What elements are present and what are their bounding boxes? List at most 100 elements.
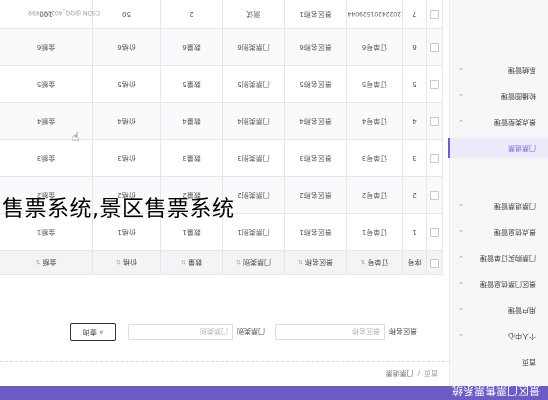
search-button[interactable]: ⌕ 查询 bbox=[70, 323, 116, 341]
cell-order-no: 订单号3 bbox=[346, 139, 403, 177]
search-button-label: 查询 bbox=[82, 328, 97, 336]
watermark: CSDN @QQ_402290499 bbox=[28, 9, 100, 16]
sidebar-item-label: 个人中心 bbox=[508, 332, 536, 340]
cell-order-no: 2022420152904428 bbox=[346, 0, 403, 29]
top-header: 景区门票售票系统 bbox=[0, 384, 548, 400]
breadcrumb-separator: / bbox=[417, 369, 420, 377]
cell-price: 价格6 bbox=[92, 28, 161, 66]
cell-scenic-name: 景区名称6 bbox=[284, 28, 347, 66]
cell-quantity: 数量4 bbox=[160, 102, 223, 140]
column-header-scenic-name[interactable]: 景区名称⇅ bbox=[284, 250, 347, 275]
sidebar-item-label: 首页 bbox=[522, 358, 536, 366]
cell-price: 价格4 bbox=[92, 102, 161, 140]
cell-quantity: 数量6 bbox=[160, 28, 223, 66]
select-all-checkbox[interactable] bbox=[426, 250, 443, 275]
sidebar-item-ticket-info[interactable]: 景区门票信息管理 ⌄ bbox=[450, 274, 548, 294]
row-checkbox[interactable] bbox=[426, 65, 443, 103]
sidebar-item-carousel[interactable]: 轮播图管理 ⌄ bbox=[450, 86, 548, 106]
cell-order-no: 订单号5 bbox=[346, 65, 403, 103]
cell-index: 2 bbox=[402, 176, 427, 214]
cell-ticket-category: 测试 bbox=[222, 0, 285, 29]
header-divider bbox=[0, 360, 450, 362]
sidebar-item-attraction-types[interactable]: 景点类型管理 ⌄ bbox=[450, 112, 548, 132]
cell-amount: 金额3 bbox=[0, 139, 93, 177]
row-checkbox[interactable] bbox=[426, 176, 443, 214]
sidebar-item-users[interactable]: 用户管理 ⌄ bbox=[450, 300, 548, 320]
sidebar-item-label: 轮播图管理 bbox=[501, 92, 536, 100]
cell-index: 3 bbox=[402, 139, 427, 177]
sidebar-item-label: 门票退票 bbox=[508, 144, 536, 152]
cell-order-no: 订单号1 bbox=[346, 213, 403, 251]
cell-price: 50 bbox=[92, 0, 161, 29]
sidebar-item-label: 景点类型管理 bbox=[494, 118, 536, 126]
cell-scenic-name: 景区名称5 bbox=[284, 65, 347, 103]
cell-order-no: 订单号6 bbox=[346, 28, 403, 66]
sort-icon[interactable]: ⇅ bbox=[181, 259, 186, 266]
chevron-down-icon: ⌄ bbox=[458, 92, 464, 100]
row-checkbox[interactable] bbox=[426, 28, 443, 66]
cell-price: 价格5 bbox=[92, 65, 161, 103]
refund-table: 序号 订单号⇅ 景区名称⇅ 门票类别⇅ 数量⇅ 价格⇅ 金额⇅ 1 订单号1 景… bbox=[0, 0, 443, 275]
sidebar-item-profile[interactable]: 个人中心 ⌄ bbox=[450, 326, 548, 346]
sort-icon[interactable]: ⇅ bbox=[236, 259, 241, 266]
column-header-ticket-category[interactable]: 门票类别⇅ bbox=[222, 250, 285, 275]
chevron-down-icon: ⌄ bbox=[458, 66, 464, 74]
row-checkbox[interactable] bbox=[426, 0, 443, 29]
sidebar-item-home[interactable]: 首页 bbox=[450, 352, 548, 372]
table-row[interactable]: 4 订单号4 景区名称4 门票类别4 数量4 价格4 金额4 bbox=[0, 102, 443, 140]
cell-index: 6 bbox=[402, 28, 427, 66]
ticket-category-input[interactable]: 门票类别 bbox=[128, 324, 233, 340]
chevron-down-icon: ⌄ bbox=[458, 332, 464, 340]
sidebar-item-attractions[interactable]: 景点信息管理 ⌄ bbox=[450, 222, 548, 242]
cell-ticket-category: 门票类别3 bbox=[222, 139, 285, 177]
sidebar-item-label: 门票购买订单管理 bbox=[480, 254, 536, 262]
cell-index: 1 bbox=[402, 213, 427, 251]
column-header-index: 序号 bbox=[402, 250, 427, 275]
sidebar-item-refund-mgmt[interactable]: 门票退票管理 ⌄ bbox=[450, 196, 548, 216]
chevron-down-icon: ⌄ bbox=[458, 254, 464, 262]
row-checkbox[interactable] bbox=[426, 139, 443, 177]
screenshot-stage: 景区门票售票系统 首页 个人中心 ⌄ 用户管理 ⌄ 景区门票信息管理 ⌄ 门票购… bbox=[0, 0, 548, 400]
sidebar: 首页 个人中心 ⌄ 用户管理 ⌄ 景区门票信息管理 ⌄ 门票购买订单管理 ⌄ 景… bbox=[448, 0, 548, 386]
chevron-down-icon: ⌄ bbox=[458, 202, 464, 210]
table-header-row: 序号 订单号⇅ 景区名称⇅ 门票类别⇅ 数量⇅ 价格⇅ 金额⇅ bbox=[0, 250, 443, 275]
chevron-down-icon: ⌄ bbox=[458, 118, 464, 126]
cell-quantity: 2 bbox=[160, 0, 223, 29]
row-checkbox[interactable] bbox=[426, 213, 443, 251]
cell-ticket-category: 门票类别6 bbox=[222, 28, 285, 66]
sidebar-item-label: 景点信息管理 bbox=[494, 228, 536, 236]
row-checkbox[interactable] bbox=[426, 102, 443, 140]
sidebar-item-label: 用户管理 bbox=[508, 306, 536, 314]
sidebar-item-label: 门票退票管理 bbox=[494, 202, 536, 210]
ticket-category-label: 门票类别 bbox=[237, 327, 265, 335]
sidebar-item-system[interactable]: 系统管理 ⌄ bbox=[450, 60, 548, 80]
table-row[interactable]: 6 订单号6 景区名称6 门票类别6 数量6 价格6 金额6 bbox=[0, 28, 443, 66]
sidebar-item-orders[interactable]: 门票购买订单管理 ⌄ bbox=[450, 248, 548, 268]
sort-icon[interactable]: ⇅ bbox=[35, 259, 40, 266]
column-header-quantity[interactable]: 数量⇅ bbox=[160, 250, 223, 275]
breadcrumb: 首页 /门票退票 bbox=[386, 368, 438, 378]
sidebar-item-label: 景区门票信息管理 bbox=[480, 280, 536, 288]
sort-icon[interactable]: ⇅ bbox=[360, 259, 365, 266]
breadcrumb-current: 门票退票 bbox=[385, 369, 414, 377]
table-row[interactable]: 5 订单号5 景区名称5 门票类别5 数量5 价格5 金额5 bbox=[0, 65, 443, 103]
column-header-order-no[interactable]: 订单号⇅ bbox=[346, 250, 403, 275]
cell-index: 7 bbox=[402, 0, 427, 29]
cell-scenic-name: 景区名称1 bbox=[284, 0, 347, 29]
cell-order-no: 订单号4 bbox=[346, 102, 403, 140]
sort-icon[interactable]: ⇅ bbox=[298, 259, 303, 266]
table-row[interactable]: 3 订单号3 景区名称3 门票类别3 数量3 价格3 金额3 bbox=[0, 139, 443, 177]
sidebar-item-refund[interactable]: 门票退票 bbox=[448, 138, 548, 158]
scenic-name-input[interactable]: 景区名称 bbox=[275, 324, 385, 340]
cell-scenic-name: 景区名称3 bbox=[284, 139, 347, 177]
sort-icon[interactable]: ⇅ bbox=[116, 259, 121, 266]
chevron-down-icon: ⌄ bbox=[458, 280, 464, 288]
ticket-category-placeholder: 门票类别 bbox=[200, 327, 228, 335]
cell-order-no: 订单号2 bbox=[346, 176, 403, 214]
cell-ticket-category: 门票类别5 bbox=[222, 65, 285, 103]
cell-scenic-name: 景区名称1 bbox=[284, 213, 347, 251]
column-header-price[interactable]: 价格⇅ bbox=[92, 250, 161, 275]
breadcrumb-home[interactable]: 首页 bbox=[424, 369, 438, 377]
column-header-amount[interactable]: 金额⇅ bbox=[0, 250, 93, 275]
sidebar-item-label: 系统管理 bbox=[508, 66, 536, 74]
